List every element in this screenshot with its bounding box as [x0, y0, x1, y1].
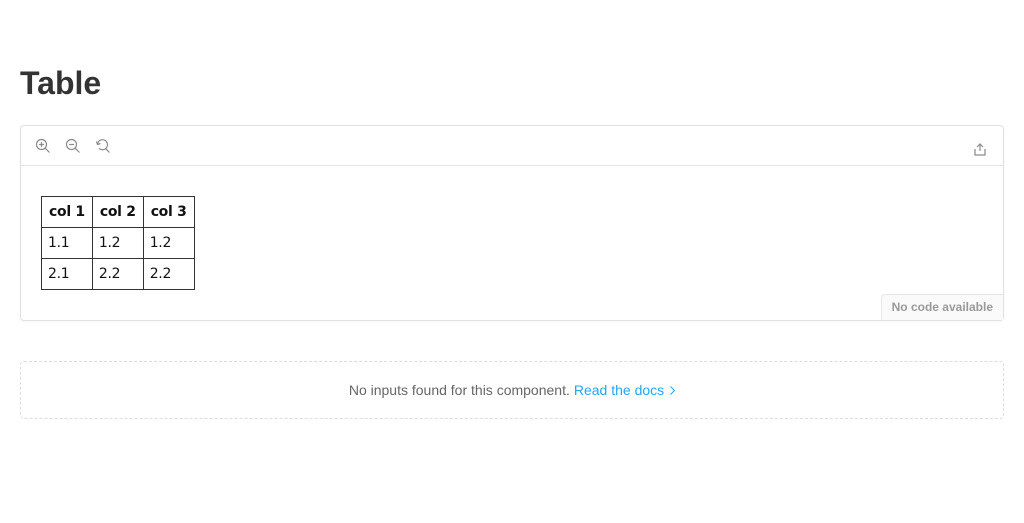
table-header-cell: col 1 [41, 196, 93, 228]
no-inputs-message: No inputs found for this component. [348, 382, 570, 398]
table-cell: 2.2 [91, 258, 144, 290]
table-cell: 2.2 [142, 258, 195, 290]
table-cell: 2.1 [41, 258, 93, 290]
table-header-cell: col 2 [91, 196, 144, 228]
component-preview: col 1 col 2 col 3 1.1 1.2 1.2 2.1 2.2 2.… [20, 125, 1004, 321]
table-row: 1.1 1.2 1.2 [41, 227, 195, 259]
table-cell: 1.1 [41, 227, 93, 259]
read-docs-label: Read the docs [573, 382, 665, 398]
preview-canvas: col 1 col 2 col 3 1.1 1.2 1.2 2.1 2.2 2.… [41, 196, 195, 290]
inputs-panel: No inputs found for this component. Read… [20, 361, 1004, 419]
no-code-badge: No code available [880, 294, 1003, 320]
share-icon[interactable] [971, 140, 989, 158]
chevron-right-icon [670, 385, 676, 395]
table-header-cell: col 3 [142, 196, 195, 228]
read-docs-link[interactable]: Read the docs [573, 382, 676, 398]
page-title: Table [20, 65, 102, 101]
zoom-in-icon[interactable] [34, 137, 52, 155]
table-row: 2.1 2.2 2.2 [41, 258, 195, 290]
demo-table: col 1 col 2 col 3 1.1 1.2 1.2 2.1 2.2 2.… [41, 196, 195, 290]
zoom-out-icon[interactable] [64, 137, 82, 155]
table-header-row: col 1 col 2 col 3 [41, 196, 195, 228]
reset-zoom-icon[interactable] [94, 137, 112, 155]
table-cell: 1.2 [91, 227, 144, 259]
preview-toolbar [21, 126, 1003, 166]
table-cell: 1.2 [142, 227, 195, 259]
